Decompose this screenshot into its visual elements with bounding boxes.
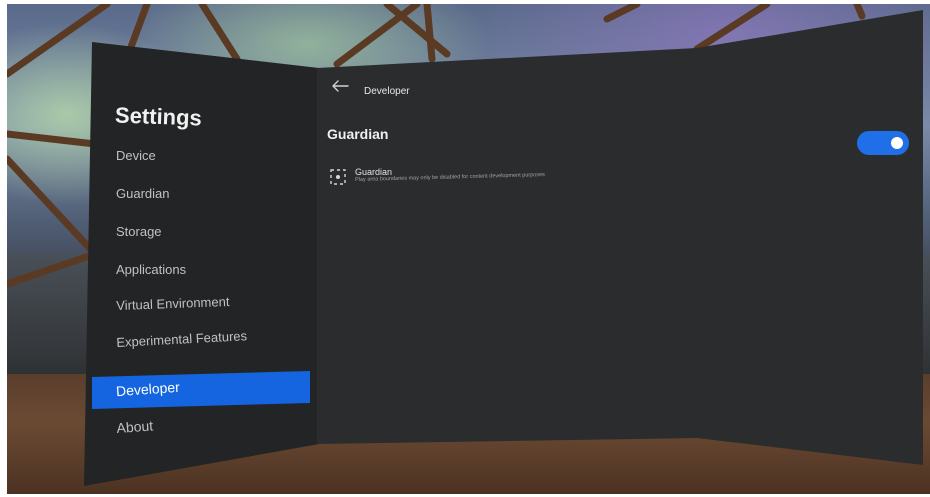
sidebar-item-applications[interactable]: Applications	[116, 262, 186, 277]
content-panel	[317, 10, 923, 465]
sidebar-item-developer-label: Developer	[115, 378, 181, 400]
guardian-toggle[interactable]	[857, 131, 909, 155]
sidebar-item-developer[interactable]: Developer	[92, 371, 310, 409]
settings-sidebar	[84, 42, 319, 486]
breadcrumb: Developer	[364, 86, 410, 97]
sidebar-item-about[interactable]: About	[116, 417, 154, 436]
sidebar-item-storage[interactable]: Storage	[116, 224, 162, 239]
page-title: Settings	[114, 102, 203, 131]
sidebar-item-guardian[interactable]: Guardian	[116, 186, 169, 201]
toggle-knob	[891, 137, 903, 149]
arrow-left-icon	[332, 80, 349, 92]
back-button[interactable]	[330, 78, 350, 96]
section-title: Guardian	[327, 126, 389, 142]
guardian-boundary-icon	[329, 168, 347, 186]
sidebar-item-device[interactable]: Device	[116, 148, 156, 163]
